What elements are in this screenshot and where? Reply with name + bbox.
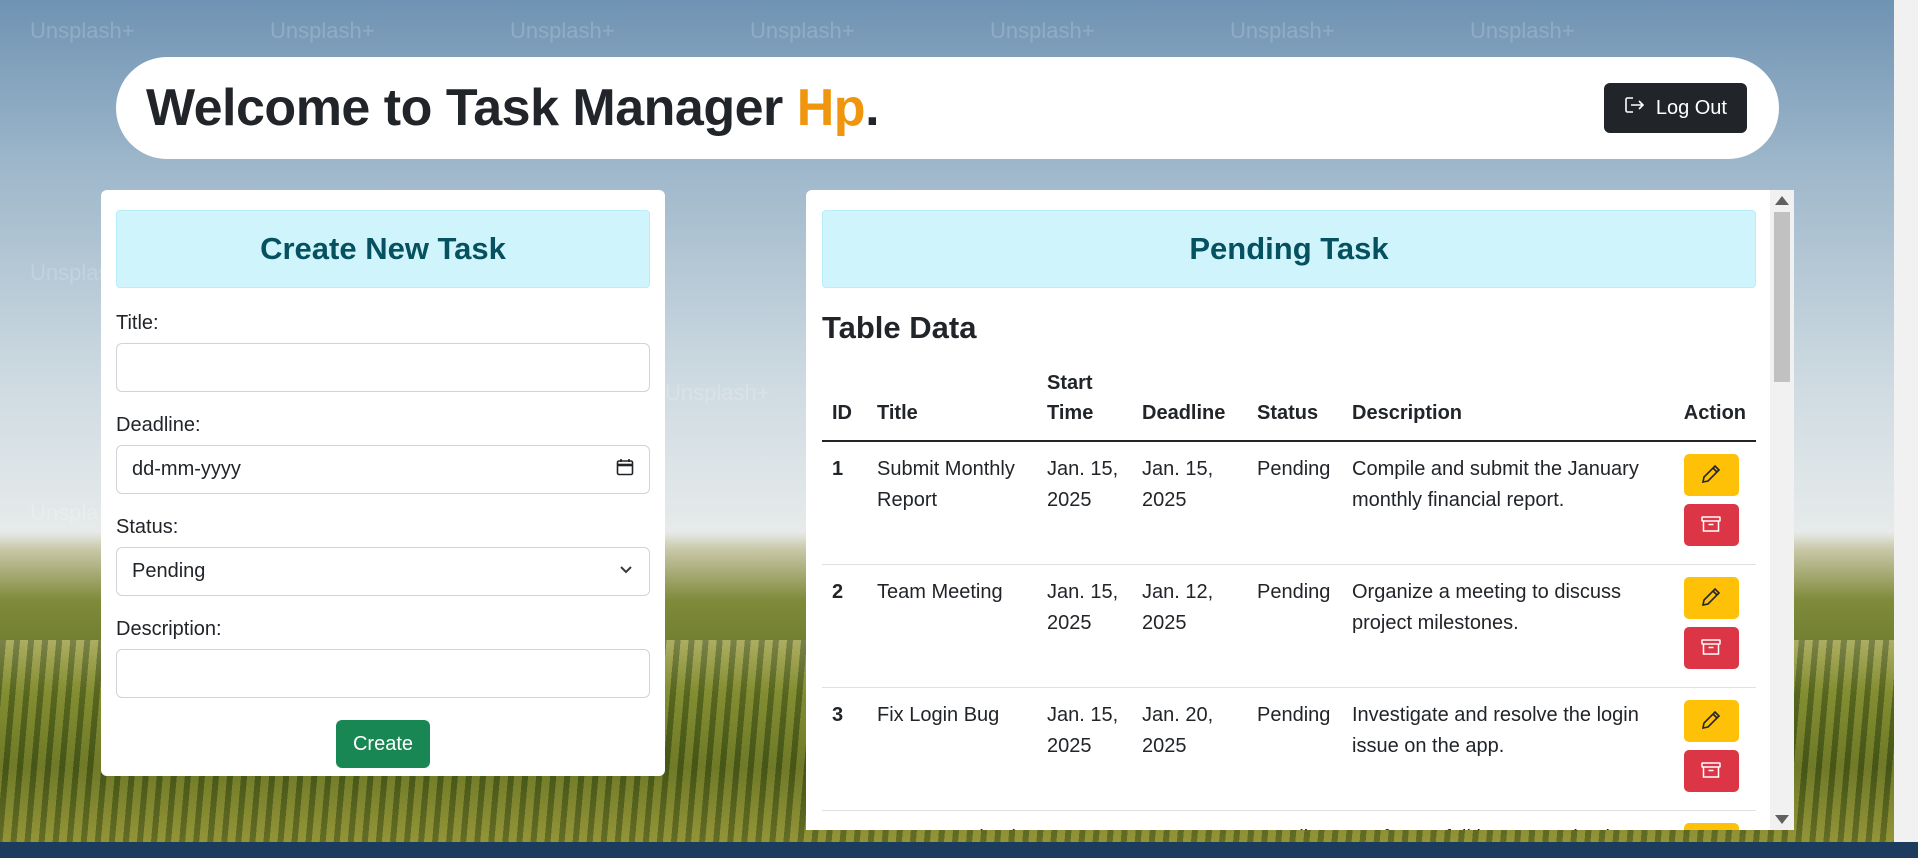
- create-button[interactable]: Create: [335, 720, 431, 768]
- watermark: Unsplash+: [665, 380, 770, 405]
- watermark: Unsplash+: [270, 18, 375, 43]
- deadline-placeholder: dd-mm-yyyy: [132, 458, 241, 480]
- pencil-icon: [1700, 463, 1722, 488]
- row-description: Investigate and resolve the login issue …: [1342, 687, 1674, 811]
- title-group: Title:: [116, 312, 650, 392]
- row-actions: [1673, 564, 1756, 688]
- scroll-down-arrow-icon[interactable]: [1775, 815, 1789, 824]
- create-task-heading: Create New Task: [116, 210, 650, 288]
- status-group: Status: Pending: [116, 516, 650, 596]
- status-select[interactable]: Pending: [116, 547, 650, 596]
- row-deadline: Jan. 15, 2025: [1132, 441, 1247, 565]
- watermark: Unsplash+: [30, 18, 135, 43]
- edit-button[interactable]: [1683, 823, 1739, 830]
- column-header: Deadline: [1132, 368, 1247, 442]
- row-description: Organize a meeting to discuss project mi…: [1342, 564, 1674, 688]
- row-actions: [1673, 687, 1756, 811]
- logout-label: Log Out: [1655, 96, 1727, 119]
- edit-button[interactable]: [1683, 577, 1739, 619]
- status-selected: Pending: [132, 560, 206, 582]
- chevron-down-icon: [618, 560, 634, 583]
- row-description: Perform a full inventory check: [1342, 810, 1674, 830]
- welcome-header: Welcome to Task Manager Hp. Log Out: [116, 57, 1779, 159]
- row-start-time: Jan. 15, 2025: [1037, 564, 1132, 688]
- description-group: Description:: [116, 618, 650, 698]
- pending-task-heading: Pending Task: [822, 210, 1756, 288]
- row-start-time: Jan. 15, 2025: [1037, 810, 1132, 830]
- welcome-period: .: [865, 79, 880, 137]
- watermark: Unsplash+: [750, 18, 855, 43]
- row-start-time: Jan. 15, 2025: [1037, 687, 1132, 811]
- watermark: Unsplash+: [1230, 18, 1335, 43]
- column-header: Status: [1247, 368, 1342, 442]
- delete-button[interactable]: [1683, 627, 1739, 669]
- archive-icon: [1700, 514, 1722, 537]
- row-status: Pending: [1247, 810, 1342, 830]
- watermark: Unsplash+: [990, 18, 1095, 43]
- row-id: 2: [822, 564, 867, 688]
- row-title: Submit Monthly Report: [867, 441, 1037, 565]
- table-row: 3 Fix Login Bug Jan. 15, 2025 Jan. 20, 2…: [822, 687, 1756, 811]
- column-header: Title: [867, 368, 1037, 442]
- row-deadline: Jan. 20, 2025: [1132, 687, 1247, 811]
- row-title: Inventory Check: [867, 810, 1037, 830]
- page-title: Welcome to Task Manager Hp.: [146, 78, 880, 138]
- logout-button[interactable]: Log Out: [1603, 83, 1747, 133]
- row-status: Pending: [1247, 564, 1342, 688]
- description-label: Description:: [116, 618, 222, 640]
- description-input[interactable]: [116, 649, 650, 698]
- archive-icon: [1700, 760, 1722, 783]
- scroll-thumb[interactable]: [1774, 212, 1790, 382]
- task-table: ID Title Start Time Deadline Status Desc…: [822, 368, 1756, 830]
- edit-button[interactable]: [1683, 454, 1739, 496]
- watermark: Unsplash+: [510, 18, 615, 43]
- row-description: Compile and submit the January monthly f…: [1342, 441, 1674, 565]
- welcome-text: Welcome to Task Manager: [146, 79, 797, 137]
- watermark: Unsplash+: [1470, 18, 1575, 43]
- page-scrollbar[interactable]: [1894, 0, 1918, 843]
- column-header: Description: [1342, 368, 1674, 442]
- row-actions: [1673, 441, 1756, 565]
- row-start-time: Jan. 15, 2025: [1037, 441, 1132, 565]
- table-row: 4 Inventory Check Jan. 15, 2025 Jan. 18,…: [822, 810, 1756, 830]
- create-task-card: Create New Task Title: Deadline: dd-mm-y…: [101, 190, 665, 776]
- row-id: 3: [822, 687, 867, 811]
- pencil-icon: [1700, 586, 1722, 611]
- table-title: Table Data: [822, 310, 977, 345]
- table-header-row: ID Title Start Time Deadline Status Desc…: [822, 368, 1756, 442]
- table-row: 1 Submit Monthly Report Jan. 15, 2025 Ja…: [822, 441, 1756, 565]
- row-status: Pending: [1247, 441, 1342, 565]
- row-status: Pending: [1247, 687, 1342, 811]
- box-arrow-right-icon: [1624, 95, 1646, 121]
- row-actions: [1673, 810, 1756, 830]
- table-row: 2 Team Meeting Jan. 15, 2025 Jan. 12, 20…: [822, 564, 1756, 688]
- row-title: Team Meeting: [867, 564, 1037, 688]
- title-input[interactable]: [116, 343, 650, 392]
- column-header: Start Time: [1037, 368, 1132, 442]
- deadline-label: Deadline:: [116, 414, 201, 436]
- scroll-up-arrow-icon[interactable]: [1775, 196, 1789, 205]
- taskbar: [0, 842, 1918, 858]
- column-header: ID: [822, 368, 867, 442]
- username: Hp: [796, 79, 866, 137]
- table-scrollbar[interactable]: [1770, 190, 1794, 830]
- row-title: Fix Login Bug: [867, 687, 1037, 811]
- status-label: Status:: [116, 516, 179, 538]
- pending-task-card: Pending Task Table Data ID Title Start T…: [806, 190, 1794, 830]
- row-id: 1: [822, 441, 867, 565]
- archive-icon: [1700, 637, 1722, 660]
- deadline-group: Deadline: dd-mm-yyyy: [116, 414, 650, 494]
- title-label: Title:: [116, 312, 159, 334]
- row-id: 4: [822, 810, 867, 830]
- deadline-input[interactable]: dd-mm-yyyy: [116, 445, 650, 494]
- row-deadline: Jan. 18, 2025: [1132, 810, 1247, 830]
- row-deadline: Jan. 12, 2025: [1132, 564, 1247, 688]
- edit-button[interactable]: [1683, 700, 1739, 742]
- column-header: Action: [1673, 368, 1756, 442]
- pencil-icon: [1700, 709, 1722, 734]
- delete-button[interactable]: [1683, 750, 1739, 792]
- calendar-icon[interactable]: [616, 458, 634, 482]
- delete-button[interactable]: [1683, 504, 1739, 546]
